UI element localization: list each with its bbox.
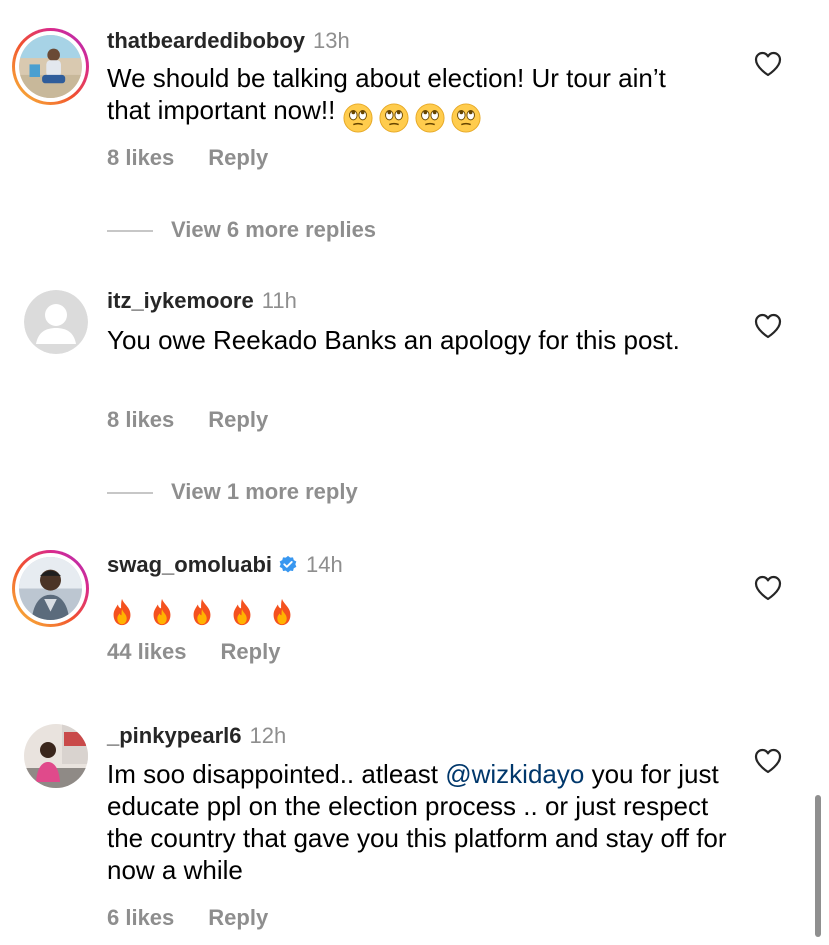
emoji-row <box>343 100 487 133</box>
likes-count[interactable]: 8 likes <box>107 145 174 170</box>
comment-text: Im soo disappointed.. atleast @wizkidayo… <box>107 758 727 886</box>
heart-icon[interactable] <box>754 575 782 601</box>
username-line: thatbeardediboboy 13h <box>107 27 350 55</box>
divider <box>107 230 153 233</box>
reply-button[interactable]: Reply <box>221 639 281 664</box>
face-with-rolling-eyes-icon <box>415 103 445 133</box>
likes-count[interactable]: 8 likes <box>107 407 174 432</box>
view-replies-label[interactable]: View 6 more replies <box>171 217 376 242</box>
comment-meta: 6 likes Reply <box>107 904 268 932</box>
emoji-row <box>107 594 303 627</box>
view-replies-label[interactable]: View 1 more reply <box>171 479 358 504</box>
fire-icon <box>227 597 257 627</box>
comment-body: Im soo disappointed.. atleast <box>107 759 438 789</box>
heart-icon[interactable] <box>754 313 782 339</box>
heart-icon[interactable] <box>754 748 782 774</box>
timestamp: 14h <box>306 552 343 577</box>
timestamp: 12h <box>249 723 287 748</box>
comment-text: You owe Reekado Banks an apology for thi… <box>107 324 687 356</box>
likes-count[interactable]: 44 likes <box>107 639 187 664</box>
fire-icon <box>107 597 137 627</box>
reply-button[interactable]: Reply <box>208 905 268 930</box>
comment-text: We should be talking about election! Ur … <box>107 62 707 133</box>
username[interactable]: thatbeardediboboy <box>107 28 305 53</box>
likes-count[interactable]: 6 likes <box>107 905 174 930</box>
reply-button[interactable]: Reply <box>208 407 268 432</box>
reply-button[interactable]: Reply <box>208 145 268 170</box>
view-replies-button[interactable]: View 6 more replies <box>107 216 376 244</box>
avatar[interactable] <box>12 550 89 627</box>
fire-icon <box>267 597 297 627</box>
username-line: swag_omoluabi 14h <box>107 551 343 579</box>
username[interactable]: _pinkypearl6 <box>107 723 242 748</box>
username-line: _pinkypearl6 12h <box>107 722 286 750</box>
username-line: itz_iykemoore 11h <box>107 287 297 315</box>
comment-item: _pinkypearl6 12h Im soo disappointed.. at… <box>0 700 829 945</box>
mention-link[interactable]: @wizkidayo <box>445 759 584 789</box>
avatar[interactable] <box>24 290 88 354</box>
username[interactable]: itz_iykemoore <box>107 288 254 313</box>
verified-badge-icon <box>278 555 298 575</box>
avatar[interactable] <box>12 28 89 105</box>
face-with-rolling-eyes-icon <box>379 103 409 133</box>
face-with-rolling-eyes-icon <box>451 103 481 133</box>
timestamp: 13h <box>313 28 350 53</box>
fire-icon <box>187 597 217 627</box>
view-replies-button[interactable]: View 1 more reply <box>107 478 358 506</box>
comment-item: thatbeardediboboy 13h We should be talkin… <box>0 0 829 260</box>
comment-meta: 8 likes Reply <box>107 406 268 434</box>
comment-item: swag_omoluabi 14h 44 likes Reply <box>0 520 829 710</box>
fire-icon <box>147 597 177 627</box>
comment-text <box>107 588 707 627</box>
comment-item: itz_iykemoore 11h You owe Reekado Banks a… <box>0 260 829 520</box>
username[interactable]: swag_omoluabi <box>107 552 272 577</box>
comment-meta: 8 likes Reply <box>107 144 268 172</box>
face-with-rolling-eyes-icon <box>343 103 373 133</box>
avatar[interactable] <box>24 724 88 788</box>
timestamp: 11h <box>261 288 297 313</box>
divider <box>107 492 153 495</box>
scrollbar[interactable] <box>815 795 821 937</box>
comment-meta: 44 likes Reply <box>107 638 280 666</box>
heart-icon[interactable] <box>754 51 782 77</box>
comment-body: You owe Reekado Banks an apology for thi… <box>107 325 680 355</box>
